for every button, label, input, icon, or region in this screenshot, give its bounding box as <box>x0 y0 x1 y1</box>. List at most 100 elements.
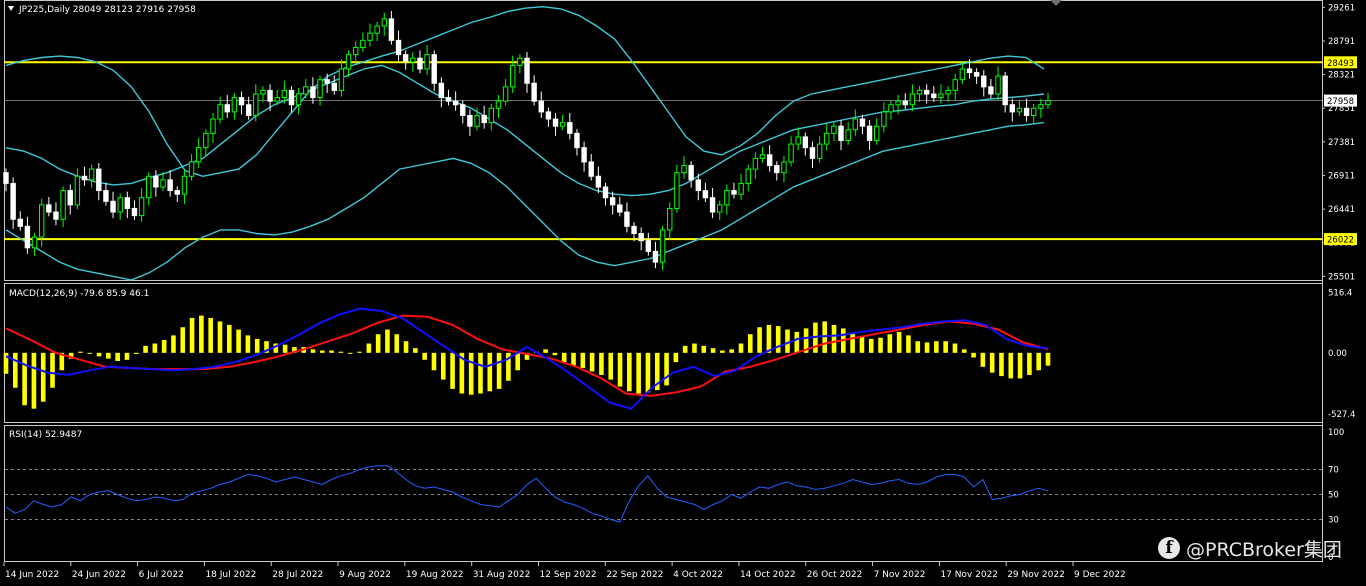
candle-body <box>481 114 487 124</box>
candle-body <box>253 93 259 116</box>
price-tag-label: 28493 <box>1327 59 1354 69</box>
rsi-series-line <box>5 465 1049 523</box>
date-tick-label: 29 Nov 2022 <box>1007 570 1065 580</box>
macd-histogram-bar <box>320 350 325 353</box>
macd-histogram-bar <box>133 352 139 354</box>
macd-axis: 516.4 0.00 -527.4 <box>1328 289 1355 420</box>
macd-histogram-bar <box>738 343 744 353</box>
candle-body <box>838 125 844 141</box>
date-tick-label: 14 Jun 2022 <box>5 570 59 580</box>
macd-histogram-bar <box>571 352 576 366</box>
candle-body <box>909 93 916 106</box>
candle-body <box>317 79 323 99</box>
macd-histogram-bar <box>701 345 707 353</box>
horizontal-levels[interactable] <box>4 61 1322 241</box>
candle-body <box>588 161 594 177</box>
candle-body <box>852 118 859 131</box>
macd-histogram-bar <box>50 352 55 388</box>
candle-body <box>973 72 980 77</box>
candle-body <box>752 157 759 170</box>
candle-body <box>160 179 166 188</box>
macd-histogram-bar <box>552 352 558 356</box>
candle-body <box>460 104 466 116</box>
candle-body <box>224 104 230 113</box>
candle-body <box>245 104 252 116</box>
macd-histogram-bar <box>496 352 502 389</box>
macd-histogram-bar <box>636 352 641 394</box>
candle-body <box>881 111 887 127</box>
candle-body <box>181 175 188 195</box>
candle-body <box>595 175 602 188</box>
candle-body <box>53 211 59 220</box>
macd-histogram-bar <box>13 352 18 388</box>
candle-body <box>874 125 880 141</box>
candle-body <box>888 104 894 113</box>
collapse-triangle-icon[interactable] <box>8 6 14 11</box>
macd-histogram-bar <box>226 324 232 353</box>
candle-body <box>624 211 630 227</box>
macd-histogram-bar <box>124 352 130 360</box>
candle-body <box>146 175 152 199</box>
macd-histogram-bar <box>329 350 334 353</box>
macd-histogram-bar <box>1017 352 1023 379</box>
candle-body <box>652 250 659 263</box>
candle-body <box>295 93 302 106</box>
macd-histogram-bar <box>757 327 762 353</box>
candle-body <box>417 57 423 70</box>
rsi-title: RSI(14) 52.9487 <box>9 430 82 440</box>
candle-body <box>353 47 359 56</box>
candle-body <box>260 89 266 95</box>
macd-histogram-bar <box>403 341 409 353</box>
candle-body <box>702 190 709 199</box>
macd-histogram-bar <box>645 352 651 393</box>
candle-body <box>510 64 516 88</box>
candle-body <box>74 175 81 206</box>
price-tag-label: 26022 <box>1327 236 1354 246</box>
candle-body <box>110 200 116 213</box>
macd-histogram-bar <box>357 351 362 353</box>
date-tick-label: 18 Jul 2022 <box>205 570 256 580</box>
macd-histogram-bar <box>394 334 400 353</box>
macd-histogram-bar <box>422 352 427 360</box>
candle-body <box>567 122 573 134</box>
macd-histogram-bar <box>543 349 548 353</box>
bollinger-lower-line <box>5 121 1045 281</box>
price-title: JP225,Daily 28049 28123 27916 27958 <box>18 5 196 15</box>
candle-body <box>816 143 823 159</box>
candle-body <box>274 97 280 102</box>
date-tick-label: 24 Jun 2022 <box>72 570 126 580</box>
facebook-icon: f <box>1158 537 1180 559</box>
candle-body <box>795 136 801 145</box>
candle-body <box>1023 107 1030 116</box>
candle-body <box>445 97 452 102</box>
candle-body <box>859 118 866 127</box>
rsi-tick-label: 70 <box>1328 466 1339 476</box>
candle-body <box>410 57 416 63</box>
macd-histogram-bar <box>254 338 260 353</box>
candle-body <box>695 179 701 192</box>
macd-histogram-bar <box>22 352 27 406</box>
candle-body <box>81 175 88 181</box>
trading-chart[interactable]: JP225,Daily 28049 28123 27916 27958 MACD… <box>0 0 1366 586</box>
macd-histogram-bar <box>440 352 446 380</box>
macd-histogram-bar <box>878 337 883 353</box>
chart-shift-marker[interactable] <box>1050 0 1062 6</box>
date-tick-label: 28 Jul 2022 <box>272 570 323 580</box>
candle-body <box>781 161 787 174</box>
candle-body <box>945 89 951 95</box>
candle-body <box>402 54 409 63</box>
candle-body <box>824 132 830 145</box>
price-tick-label: 26441 <box>1328 205 1355 215</box>
macd-histogram-bar <box>766 324 772 353</box>
macd-histogram-bar <box>487 352 493 392</box>
candle-body <box>388 18 395 41</box>
macd-histogram-bar <box>338 351 344 353</box>
candle-body <box>338 68 345 91</box>
candle-body <box>117 197 123 213</box>
candle-body <box>174 190 180 195</box>
macd-histogram-bar <box>366 343 372 353</box>
candle-body <box>452 100 459 106</box>
macd-histogram-bar <box>785 329 790 353</box>
candle-body <box>231 97 238 113</box>
candle-body <box>395 39 402 56</box>
